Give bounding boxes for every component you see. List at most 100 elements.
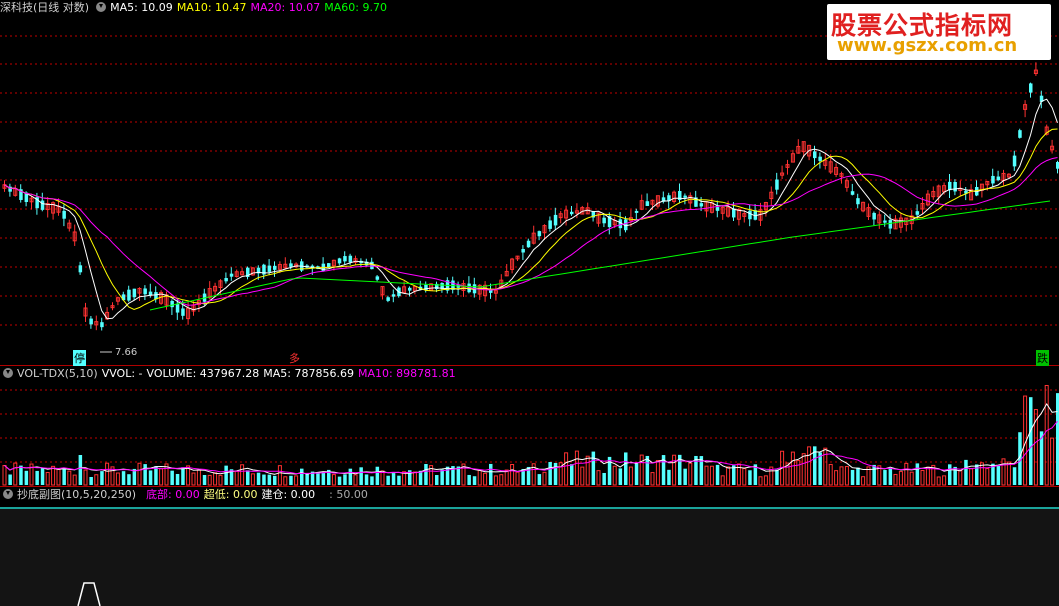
vol-title: VOL-TDX(5,10) [17,367,98,380]
candle-body [273,265,277,270]
volume-bar [289,475,293,485]
tag-right: 跌 [1036,350,1049,366]
volume-bar [958,470,963,486]
volume-bar [909,471,914,486]
volume-bar [915,463,920,485]
candle-body [521,249,525,253]
volume-bar [51,465,56,486]
candle-body [343,256,347,262]
volume-bar [62,467,66,485]
candle-body [337,258,342,264]
volume-bar [224,465,228,485]
candle-body [170,300,174,308]
volume-bar [893,473,898,486]
candle-body [132,288,137,298]
candle-body [267,265,272,272]
volume-bar [348,468,353,485]
ma60-value: MA60: 9.70 [324,1,387,14]
volume-bar [467,474,471,485]
volume-bar [321,471,326,485]
volume-bar [920,469,925,486]
volume-bar [331,474,336,486]
super-low-value: 超低: 0.00 [203,488,258,501]
volume-bar [548,462,552,485]
volume-bar [602,472,606,485]
volume-bar [612,465,617,486]
ma10-value: MA10: 10.47 [176,1,247,14]
volume-bar [1012,467,1017,485]
volume-bar [343,474,347,485]
candle-body [883,220,887,223]
volume-bar [13,462,18,486]
volume-bar [418,470,423,485]
volume-bar [634,463,639,485]
volume-bar [294,475,299,486]
volume-bar [267,474,272,485]
volume-bar [137,462,142,486]
chevron-down-icon[interactable] [3,368,13,378]
indicator-chart[interactable] [0,487,1059,606]
volume-bar [380,470,385,486]
volume-bar [591,451,596,485]
volume-bar [273,475,277,485]
volume-bar [202,475,207,485]
volume-bar [262,474,266,485]
volume-bar [650,472,655,486]
volume-bar [159,468,164,486]
volume-bar [1029,397,1033,485]
candle-body [775,179,779,190]
volume-bar [440,469,444,485]
volume-bar [170,470,174,485]
volume-bar [839,466,844,486]
candle-body [370,261,374,270]
volume-bar [936,476,941,486]
volume-bar [472,476,477,485]
volume-bar [72,474,77,486]
volume-bar [2,465,7,486]
chevron-down-icon[interactable] [3,489,13,499]
watermark-logo: 股票公式指标网 www.gszx.com.cn [827,4,1051,60]
ma5-value: MA5: 10.09 [110,1,173,14]
low-price-label: 7.66 [115,347,138,358]
volume-bar [883,470,887,485]
volume-bar [359,467,363,485]
volume-bar [337,476,342,485]
volume-bar [143,464,147,485]
candle-body [127,289,131,301]
candle-body [634,210,639,213]
volume-bar [510,463,515,486]
volume-bar [397,475,401,485]
indicator-panel[interactable]: 抄底副图(10,5,20,250) 底部: 0.00 超低: 0.00 建仓: 0.0… [0,487,1059,606]
candle-body [953,181,957,192]
tag-left: 停 [73,350,86,366]
volume-bar [100,471,104,485]
volume-bar [89,476,93,485]
volume-bar [121,471,126,485]
volume-bar [688,462,693,486]
candle-body [375,276,380,280]
candle-body [62,210,66,219]
candle-body [872,212,876,220]
volume-bar [807,446,812,486]
chevron-down-icon[interactable] [96,2,107,12]
volume-bar [748,470,752,485]
candle-body [748,210,752,220]
bottom-value: 底部: 0.00 [146,488,200,501]
volume-bar [115,472,120,486]
volume-value: VOLUME: 437967.28 [146,367,260,380]
candle-body [537,231,542,237]
volume-bar [78,455,83,485]
volume-bar [537,474,542,485]
volume-bar [585,455,590,486]
volume-panel[interactable]: VOL-TDX(5,10) VVOL: - VOLUME: 437967.28 MA5… [0,366,1059,487]
volume-chart[interactable] [0,366,1059,487]
candle-body [602,217,606,224]
volume-bar [364,474,369,485]
volume-bar [35,470,39,485]
price-chart-panel[interactable]: 深科技(日线 对数) MA5: 10.09 MA10: 10.47 MA20: 10.… [0,0,1059,366]
volume-bar [964,459,968,485]
volume-bar [386,475,390,485]
volume-bar [196,469,201,486]
candle-body [683,195,687,198]
volume-bar [844,466,849,486]
